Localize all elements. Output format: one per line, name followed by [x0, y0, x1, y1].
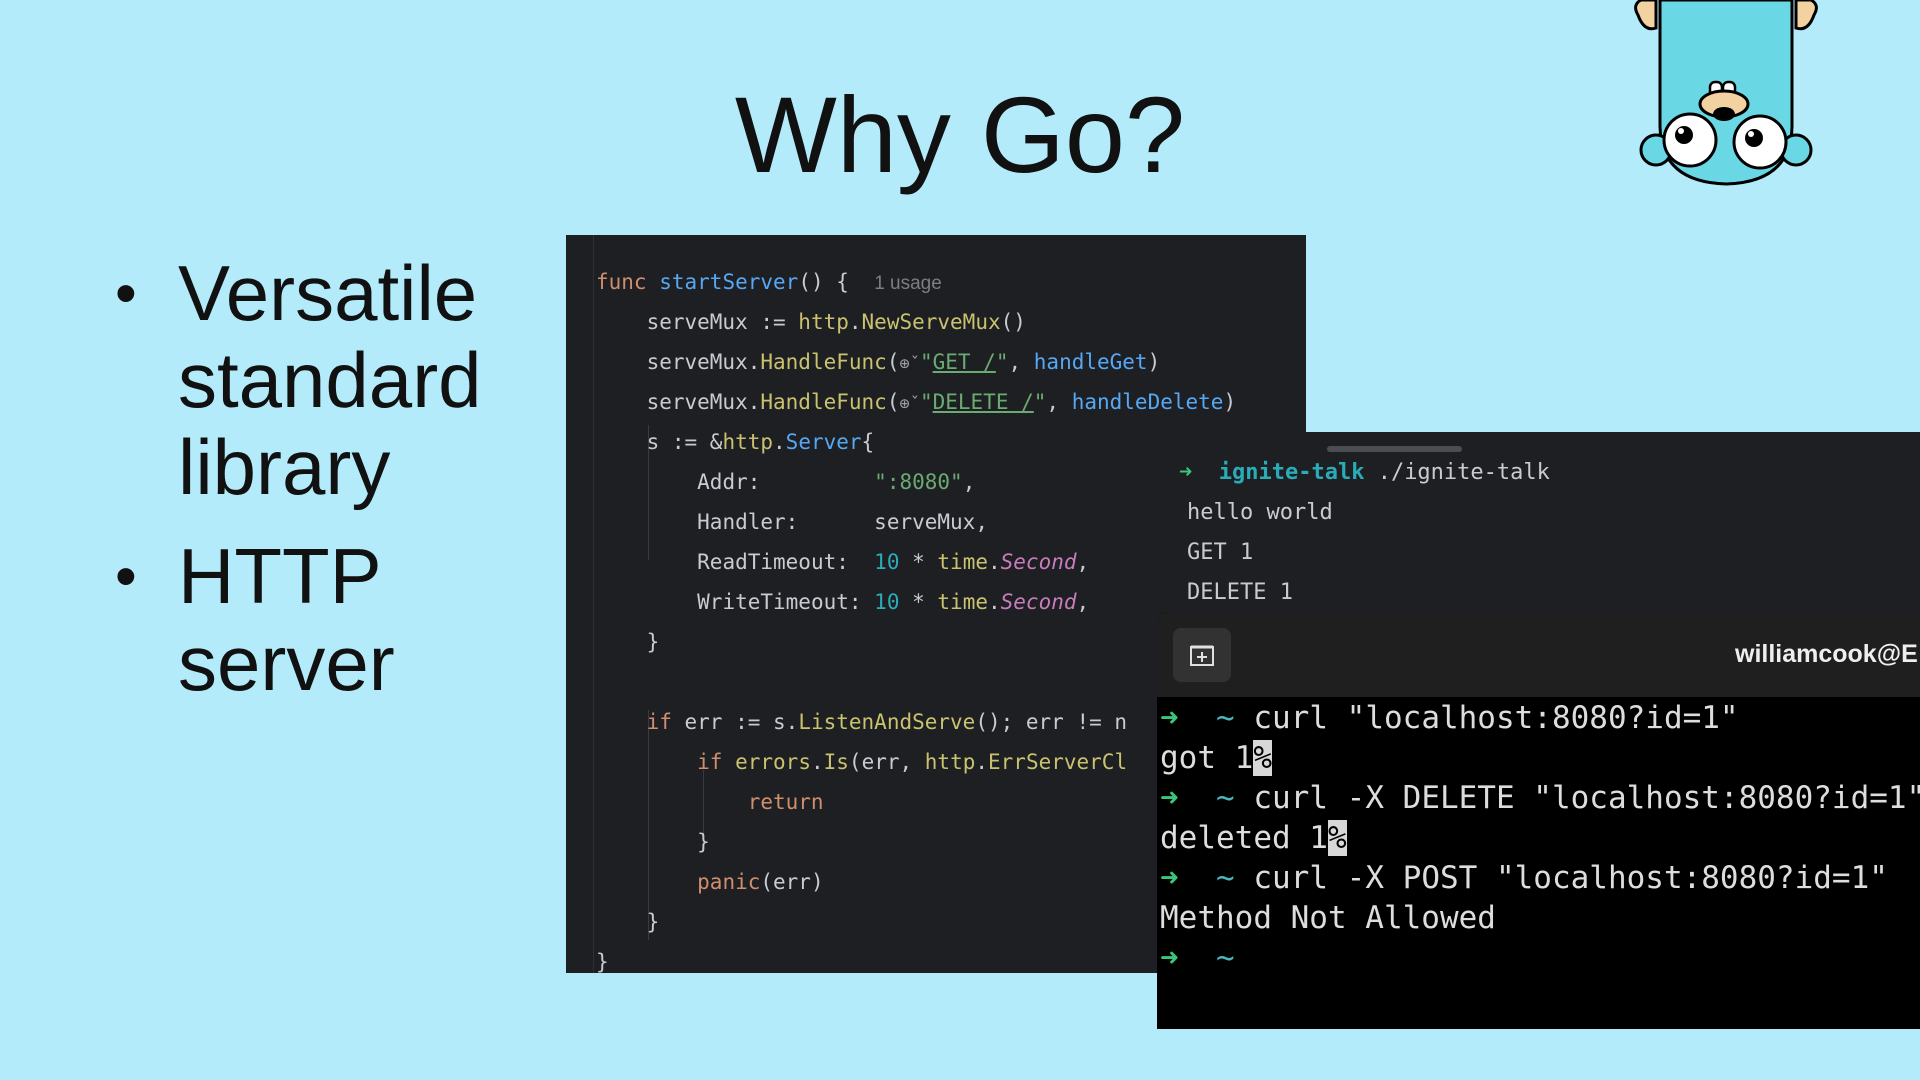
globe-icon: ⊕ˇ [899, 354, 920, 374]
terminal-output-line: hello world [1187, 500, 1333, 525]
code-line: serveMux.HandleFunc(⊕ˇ"DELETE /", handle… [646, 390, 1237, 414]
bullet-list: • Versatile standard library • HTTP server [115, 250, 535, 729]
gopher-mascot-icon [1634, 0, 1818, 186]
code-line: } [596, 950, 609, 973]
cursor-percent-marker: % [1253, 740, 1272, 776]
bullet-item: • HTTP server [115, 532, 395, 707]
code-line: panic(err) [697, 870, 824, 894]
prompt-arrow-icon: ➜ [1179, 460, 1193, 485]
terminal-output-line: got 1% [1160, 740, 1272, 776]
ide-terminal-panel: ➜ ignite-talk ./ignite-talk hello world … [1157, 432, 1920, 632]
code-line: serveMux.HandleFunc(⊕ˇ"GET /", handleGet… [646, 350, 1161, 374]
code-line: WriteTimeout: 10 * time.Second, [697, 590, 1090, 614]
globe-icon: ⊕ˇ [899, 394, 920, 414]
terminal-prompt-line: ➜ ~ [1160, 940, 1235, 976]
code-line: ReadTimeout: 10 * time.Second, [697, 550, 1090, 574]
terminal-output-line: deleted 1% [1160, 820, 1347, 856]
cursor-percent-marker: % [1327, 820, 1347, 856]
code-line: s := &http.Server{ [646, 430, 875, 454]
code-line: serveMux := http.NewServeMux() [646, 310, 1026, 334]
terminal-output-line: Method Not Allowed [1160, 900, 1496, 936]
code-line: Addr: ":8080", [697, 470, 976, 494]
bullet-item: • Versatile standard library [115, 249, 482, 511]
code-line: } [646, 630, 660, 654]
code-line: if errors.Is(err, http.ErrServerCl [697, 750, 1128, 774]
bullet-dot: • [115, 259, 137, 328]
code-line: Handler: serveMux, [697, 510, 988, 534]
new-tab-button[interactable] [1173, 628, 1231, 682]
code-line: } [697, 830, 710, 854]
bullet-dot: • [115, 542, 137, 611]
terminal-command-line: ➜ ~ curl "localhost:8080?id=1" [1160, 700, 1739, 736]
terminal-command-line: ➜ ~ curl -X DELETE "localhost:8080?id=1" [1160, 780, 1920, 816]
code-line: return [747, 790, 824, 814]
terminal-prompt-line: ➜ ignite-talk ./ignite-talk [1179, 460, 1550, 485]
terminal-command-line: ➜ ~ curl -X POST "localhost:8080?id=1" [1160, 860, 1888, 896]
terminal-output-line: GET 1 [1187, 540, 1254, 565]
editor-gutter [593, 235, 594, 973]
terminal-scrollbar[interactable] [1327, 446, 1462, 452]
terminal-output-line: DELETE 1 [1187, 580, 1293, 605]
indent-guide [648, 710, 649, 940]
code-line: } [646, 910, 660, 934]
terminal-host-title: williamcook@E [1735, 640, 1918, 668]
new-tab-icon [1190, 645, 1214, 666]
code-line: func startServer() { 1 usage [596, 270, 942, 294]
terminal-titlebar: williamcook@E [1157, 612, 1920, 697]
code-line: if err := s.ListenAndServe(); err != n [646, 710, 1128, 734]
system-terminal-window: williamcook@E ➜ ~ curl "localhost:8080?i… [1157, 612, 1920, 1029]
